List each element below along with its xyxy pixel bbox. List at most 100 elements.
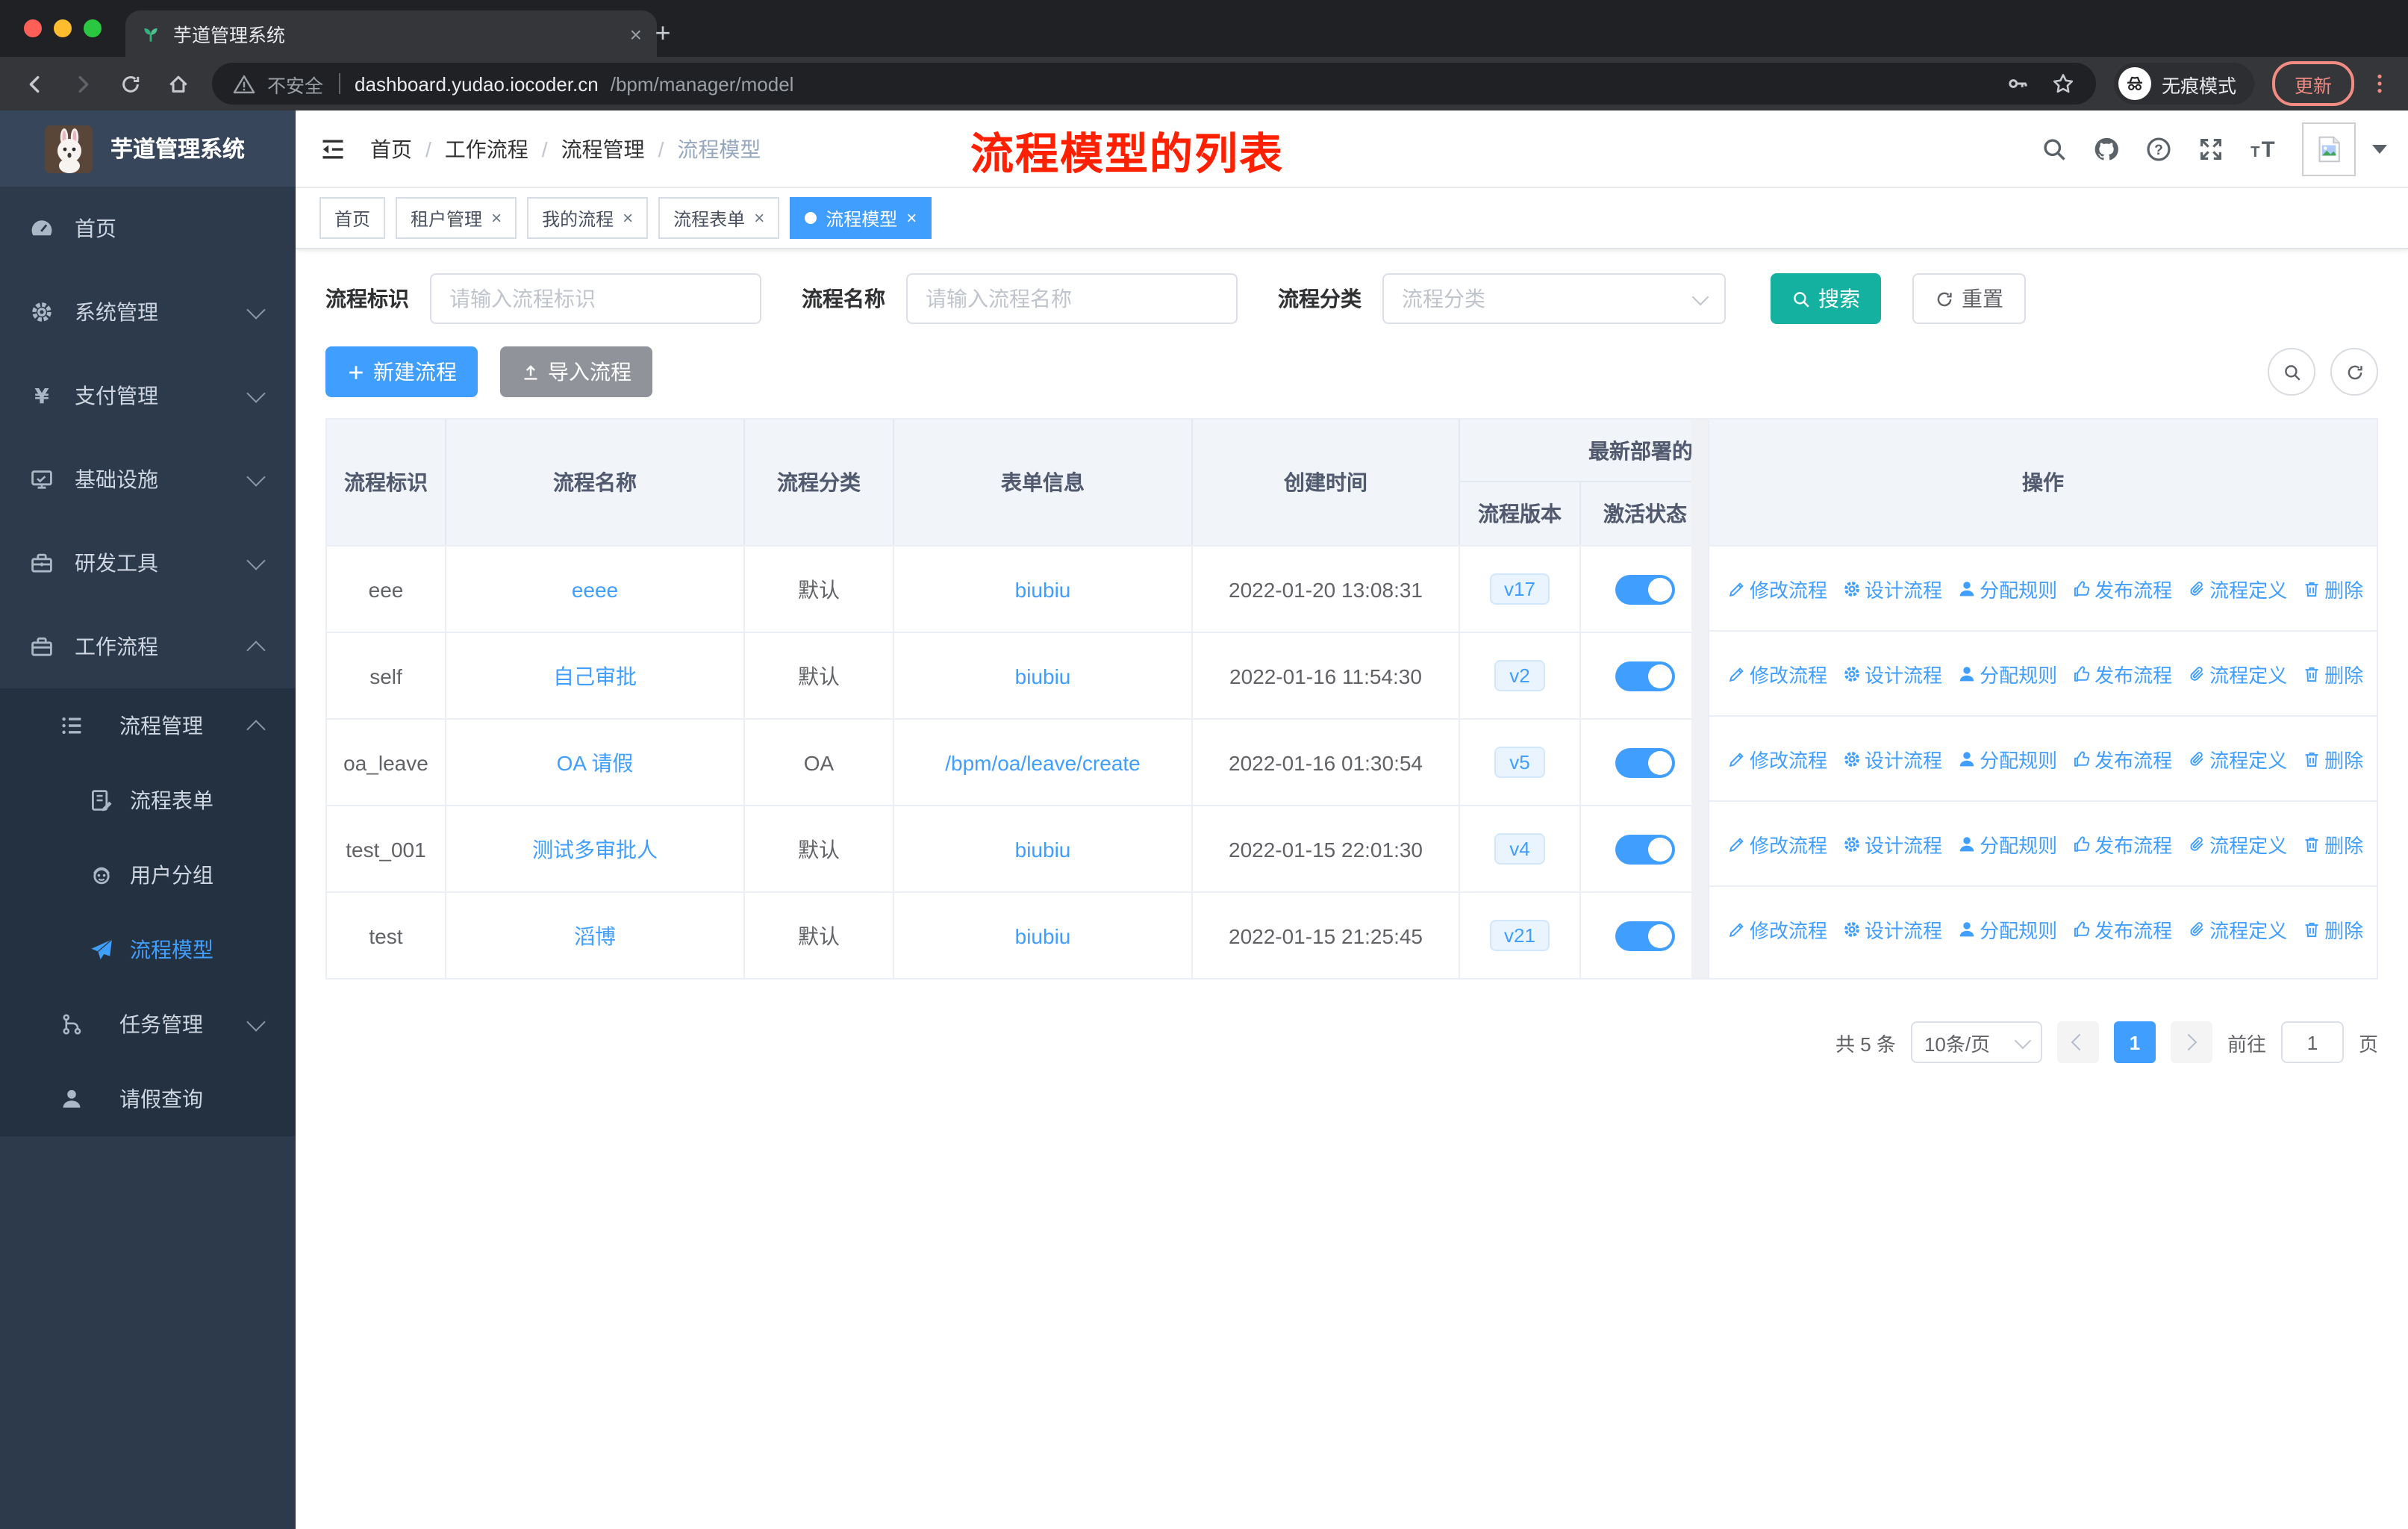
sidebar-item-process-model[interactable]: 流程模型: [0, 912, 296, 987]
window-zoom-button[interactable]: [84, 19, 102, 37]
search-button[interactable]: 搜索: [1771, 273, 1881, 324]
sidebar-item-system[interactable]: 系统管理: [0, 270, 296, 354]
tag-my-process[interactable]: 我的流程 ×: [527, 197, 649, 239]
tag-home[interactable]: 首页: [319, 197, 386, 239]
row-action-design[interactable]: 设计流程: [1842, 744, 1942, 773]
tag-tenant-manage[interactable]: 租户管理 ×: [396, 197, 517, 239]
github-icon[interactable]: [2093, 135, 2120, 162]
form-link[interactable]: biubiu: [1015, 577, 1071, 601]
row-action-definition[interactable]: 流程定义: [2187, 829, 2287, 858]
reset-button[interactable]: 重置: [1912, 273, 2026, 324]
font-size-icon[interactable]: TT: [2250, 135, 2277, 162]
sidebar-item-leave-query[interactable]: 请假查询: [0, 1062, 296, 1136]
sidebar-item-home[interactable]: 首页: [0, 187, 296, 270]
row-action-delete[interactable]: 删除: [2302, 915, 2363, 943]
row-action-edit[interactable]: 修改流程: [1727, 659, 1827, 688]
row-action-design[interactable]: 设计流程: [1842, 659, 1942, 688]
browser-menu-icon[interactable]: [2366, 72, 2393, 96]
tag-process-form[interactable]: 流程表单 ×: [658, 197, 780, 239]
window-close-button[interactable]: [24, 19, 42, 37]
browser-tab[interactable]: 芋道管理系统 ×: [125, 10, 657, 57]
filter-key-input[interactable]: [430, 273, 761, 324]
active-toggle[interactable]: [1615, 747, 1675, 777]
active-toggle[interactable]: [1615, 574, 1675, 604]
bookmark-star-icon[interactable]: [2051, 72, 2075, 96]
sidebar-item-process-manage[interactable]: 流程管理: [0, 688, 296, 763]
window-minimize-button[interactable]: [54, 19, 72, 37]
process-name-link[interactable]: 滔博: [574, 921, 616, 950]
breadcrumb-item[interactable]: 工作流程: [445, 134, 528, 164]
close-icon[interactable]: ×: [906, 208, 917, 228]
page-size-select[interactable]: 10条/页: [1910, 1021, 2042, 1063]
avatar[interactable]: [2302, 122, 2356, 175]
row-action-assign[interactable]: 分配规则: [1957, 659, 2057, 688]
refresh-button[interactable]: [2330, 348, 2378, 396]
process-name-link[interactable]: 自己审批: [553, 661, 637, 691]
help-icon[interactable]: ?: [2145, 135, 2172, 162]
row-action-edit[interactable]: 修改流程: [1727, 915, 1827, 943]
prev-page-button[interactable]: [2056, 1021, 2099, 1063]
row-action-definition[interactable]: 流程定义: [2187, 574, 2287, 602]
update-button[interactable]: 更新: [2271, 61, 2354, 106]
row-action-delete[interactable]: 删除: [2302, 659, 2363, 688]
active-toggle[interactable]: [1615, 661, 1675, 691]
sidebar-item-user-group[interactable]: 用户分组: [0, 838, 296, 912]
row-action-edit[interactable]: 修改流程: [1727, 574, 1827, 602]
page-number-1[interactable]: 1: [2113, 1021, 2156, 1063]
sidebar-item-infrastructure[interactable]: 基础设施: [0, 437, 296, 521]
row-action-assign[interactable]: 分配规则: [1957, 915, 2057, 943]
active-toggle[interactable]: [1615, 921, 1675, 950]
sidebar-item-workflow[interactable]: 工作流程: [0, 605, 296, 688]
filter-name-input[interactable]: [906, 273, 1238, 324]
fullscreen-icon[interactable]: [2198, 135, 2224, 162]
row-action-publish[interactable]: 发布流程: [2072, 915, 2172, 943]
close-icon[interactable]: ×: [623, 208, 633, 228]
row-action-delete[interactable]: 删除: [2302, 744, 2363, 773]
row-action-definition[interactable]: 流程定义: [2187, 915, 2287, 943]
form-link[interactable]: /bpm/oa/leave/create: [945, 750, 1141, 774]
row-action-publish[interactable]: 发布流程: [2072, 744, 2172, 773]
row-action-assign[interactable]: 分配规则: [1957, 574, 2057, 602]
sidebar-collapse-icon[interactable]: [296, 135, 370, 162]
home-icon[interactable]: [158, 64, 197, 103]
next-page-button[interactable]: [2170, 1021, 2212, 1063]
filter-category-select[interactable]: 流程分类: [1382, 273, 1726, 324]
import-process-button[interactable]: 导入流程: [500, 346, 652, 397]
row-action-definition[interactable]: 流程定义: [2187, 744, 2287, 773]
forward-icon[interactable]: [63, 64, 102, 103]
address-bar[interactable]: 不安全 dashboard.yudao.iocoder.cn/bpm/manag…: [212, 63, 2096, 105]
back-icon[interactable]: [15, 64, 54, 103]
form-link[interactable]: biubiu: [1015, 837, 1071, 861]
row-action-assign[interactable]: 分配规则: [1957, 829, 2057, 858]
goto-page-input[interactable]: [2280, 1021, 2344, 1063]
row-action-publish[interactable]: 发布流程: [2072, 829, 2172, 858]
row-action-design[interactable]: 设计流程: [1842, 915, 1942, 943]
row-action-edit[interactable]: 修改流程: [1727, 829, 1827, 858]
reload-icon[interactable]: [110, 64, 149, 103]
create-process-button[interactable]: 新建流程: [325, 346, 478, 397]
not-secure-icon[interactable]: [233, 72, 255, 95]
row-action-edit[interactable]: 修改流程: [1727, 744, 1827, 773]
row-action-delete[interactable]: 删除: [2302, 829, 2363, 858]
row-action-design[interactable]: 设计流程: [1842, 829, 1942, 858]
row-action-definition[interactable]: 流程定义: [2187, 659, 2287, 688]
tag-process-model[interactable]: 流程模型 ×: [790, 197, 932, 239]
sidebar-item-payment[interactable]: ¥ 支付管理: [0, 354, 296, 437]
row-action-design[interactable]: 设计流程: [1842, 574, 1942, 602]
close-icon[interactable]: ×: [754, 208, 764, 228]
form-link[interactable]: biubiu: [1015, 924, 1071, 947]
process-name-link[interactable]: OA 请假: [557, 747, 634, 777]
row-action-assign[interactable]: 分配规则: [1957, 744, 2057, 773]
breadcrumb-item[interactable]: 首页: [370, 134, 412, 164]
tab-close-icon[interactable]: ×: [630, 22, 642, 46]
chevron-down-icon[interactable]: [2372, 144, 2387, 153]
toggle-search-button[interactable]: [2268, 348, 2315, 396]
row-action-publish[interactable]: 发布流程: [2072, 574, 2172, 602]
app-logo[interactable]: 芋道管理系统: [0, 110, 296, 187]
sidebar-item-process-form[interactable]: 流程表单: [0, 763, 296, 838]
close-icon[interactable]: ×: [491, 208, 502, 228]
process-name-link[interactable]: 测试多审批人: [532, 834, 658, 864]
breadcrumb-item[interactable]: 流程管理: [561, 134, 645, 164]
key-icon[interactable]: [2006, 72, 2030, 96]
row-action-delete[interactable]: 删除: [2302, 574, 2363, 602]
